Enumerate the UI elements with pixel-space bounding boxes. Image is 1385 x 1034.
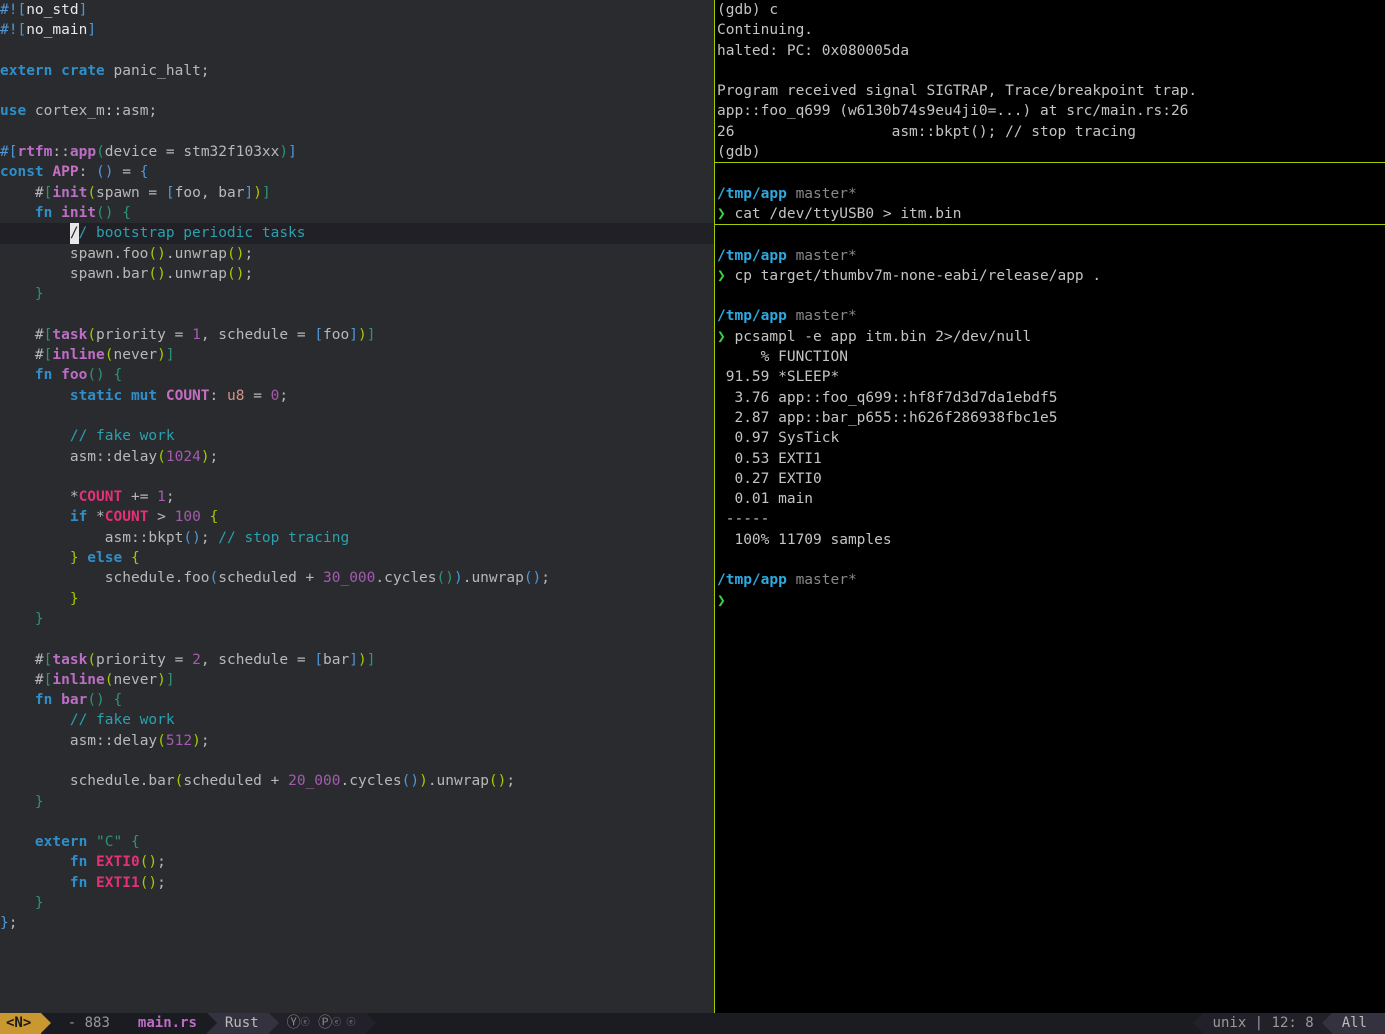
prompt-icon: ❯ (717, 206, 726, 222)
minor-modes: Ⓨⓔ Ⓟⓔ ⓔ (269, 1013, 366, 1034)
cursor: / (70, 223, 79, 243)
evil-state: <N> (0, 1013, 41, 1034)
prompt-icon: ❯ (717, 268, 726, 284)
terminal-2[interactable]: /tmp/app master* ❯ cp target/thumbv7m-no… (715, 225, 1385, 611)
terminal-1[interactable]: /tmp/app master* ❯ cat /dev/ttyUSB0 > it… (715, 163, 1385, 225)
mode-line: <N> - 883 main.rs Rust Ⓨⓔ Ⓟⓔ ⓔ unix | 12… (0, 1013, 1385, 1034)
cursor-line: // bootstrap periodic tasks (0, 223, 714, 243)
modified-flag: - 883 (41, 1013, 120, 1034)
buffer-name[interactable]: main.rs (120, 1013, 207, 1034)
prompt-icon: ❯ (717, 593, 726, 609)
source-code[interactable]: #![no_std] #![no_main] extern crate pani… (0, 0, 714, 934)
prompt-icon: ❯ (717, 329, 726, 345)
main-layout: #![no_std] #![no_main] extern crate pani… (0, 0, 1385, 1013)
encoding: unix | 12: 8 (1203, 1013, 1332, 1034)
scroll-position: All (1332, 1013, 1385, 1034)
gdb-pane[interactable]: (gdb) c Continuing. halted: PC: 0x080005… (715, 0, 1385, 163)
terminal-panes: (gdb) c Continuing. halted: PC: 0x080005… (714, 0, 1385, 1013)
editor-pane[interactable]: #![no_std] #![no_main] extern crate pani… (0, 0, 714, 1013)
